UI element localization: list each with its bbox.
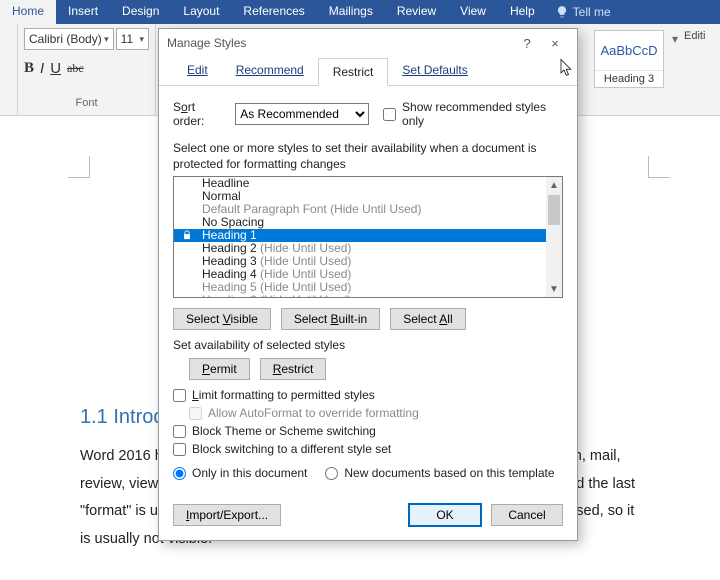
ribbon-tab-help[interactable]: Help — [498, 0, 547, 24]
block-theme-label: Block Theme or Scheme switching — [192, 424, 376, 438]
list-item[interactable]: Heading 6 (Hide Until Used) — [174, 294, 546, 297]
dialog-title: Manage Styles — [167, 36, 246, 50]
tab-restrict[interactable]: Restrict — [318, 58, 389, 86]
limit-formatting-label: Limit formatting to permitted styles — [192, 388, 375, 402]
import-export-button[interactable]: Import/Export... — [173, 504, 281, 526]
ribbon-tab-layout[interactable]: Layout — [171, 0, 231, 24]
styles-listbox[interactable]: HeadlineNormalDefault Paragraph Font (Hi… — [173, 176, 563, 298]
chevron-down-icon: ▾ — [104, 34, 109, 45]
only-this-doc-radio[interactable] — [173, 467, 186, 480]
dialog-tabs: Edit Recommend Restrict Set Defaults — [159, 57, 577, 86]
manage-styles-dialog: Manage Styles ? × Edit Recommend Restric… — [158, 28, 578, 541]
scroll-thumb[interactable] — [548, 195, 560, 225]
new-docs-label: New documents based on this template — [344, 466, 554, 480]
style-name: Heading 3 — [595, 70, 663, 87]
clipboard-group — [0, 24, 18, 115]
tell-me-label: Tell me — [573, 5, 611, 19]
availability-label: Set availability of selected styles — [173, 338, 563, 352]
dialog-titlebar[interactable]: Manage Styles ? × — [159, 29, 577, 57]
new-docs-radio[interactable] — [325, 467, 338, 480]
chevron-down-icon: ▾ — [139, 34, 144, 45]
sort-order-label: Sort order: — [173, 100, 227, 128]
ok-button[interactable]: OK — [409, 504, 481, 526]
block-styleset-label: Block switching to a different style set — [192, 442, 391, 456]
help-button[interactable]: ? — [513, 36, 541, 51]
editing-group: Editi — [682, 24, 720, 48]
scroll-up-icon[interactable]: ▲ — [546, 177, 562, 193]
tab-set-defaults[interactable]: Set Defaults — [388, 57, 481, 85]
font-size-value: 11 — [121, 32, 133, 46]
ribbon-tab-mailings[interactable]: Mailings — [317, 0, 385, 24]
strike-button[interactable]: abc — [67, 61, 84, 76]
italic-button[interactable]: I — [40, 60, 44, 77]
ribbon-tabs: Home Insert Design Layout References Mai… — [0, 0, 720, 24]
font-name-value: Calibri (Body) — [29, 32, 102, 46]
underline-button[interactable]: U — [50, 60, 61, 77]
font-name-combo[interactable]: Calibri (Body)▾ — [24, 28, 114, 50]
scroll-down-icon[interactable]: ▼ — [546, 281, 562, 297]
tab-recommend[interactable]: Recommend — [222, 57, 318, 85]
margin-corner-icon — [68, 156, 90, 178]
tell-me[interactable]: Tell me — [547, 0, 619, 24]
close-button[interactable]: × — [541, 36, 569, 51]
style-sample: AaBbCcD — [595, 31, 663, 70]
restrict-button[interactable]: Restrict — [260, 358, 327, 380]
block-styleset-checkbox[interactable] — [173, 443, 186, 456]
scrollbar[interactable]: ▲ ▼ — [546, 177, 562, 297]
select-all-button[interactable]: Select All — [390, 308, 465, 330]
allow-autoformat-label: Allow AutoFormat to override formatting — [208, 406, 419, 420]
show-recommended-label: Show recommended styles only — [402, 100, 563, 128]
lightbulb-icon — [555, 5, 569, 19]
show-recommended-checkbox[interactable] — [383, 108, 396, 121]
sort-order-select[interactable]: As Recommended — [235, 103, 369, 125]
limit-formatting-checkbox[interactable] — [173, 389, 186, 402]
font-group: Calibri (Body)▾ 11▾ B I U abc Font — [18, 24, 156, 115]
ribbon-tab-design[interactable]: Design — [110, 0, 171, 24]
styles-group: AaBbCcD Heading 3 ▾ Editi — [594, 24, 720, 115]
ribbon-tab-view[interactable]: View — [448, 0, 498, 24]
margin-corner-icon — [648, 156, 670, 178]
tab-edit[interactable]: Edit — [173, 57, 222, 85]
cancel-button[interactable]: Cancel — [491, 504, 563, 526]
style-tile-heading3[interactable]: AaBbCcD Heading 3 — [594, 30, 664, 88]
only-this-doc-label: Only in this document — [192, 466, 307, 480]
font-size-combo[interactable]: 11 ▾ — [116, 28, 149, 50]
ribbon-tab-insert[interactable]: Insert — [56, 0, 110, 24]
select-builtin-button[interactable]: Select Built-in — [281, 308, 380, 330]
instruction-text: Select one or more styles to set their a… — [173, 140, 563, 172]
select-visible-button[interactable]: Select Visible — [173, 308, 271, 330]
block-theme-checkbox[interactable] — [173, 425, 186, 438]
font-format-row: B I U abc — [24, 60, 149, 77]
ribbon-tab-review[interactable]: Review — [385, 0, 448, 24]
ribbon-tab-references[interactable]: References — [231, 0, 316, 24]
bold-button[interactable]: B — [24, 60, 34, 77]
permit-button[interactable]: Permit — [189, 358, 250, 380]
allow-autoformat-checkbox — [189, 407, 202, 420]
ribbon-tab-home[interactable]: Home — [0, 0, 56, 24]
styles-expand[interactable]: ▾ — [668, 24, 682, 46]
font-group-label: Font — [24, 93, 149, 111]
